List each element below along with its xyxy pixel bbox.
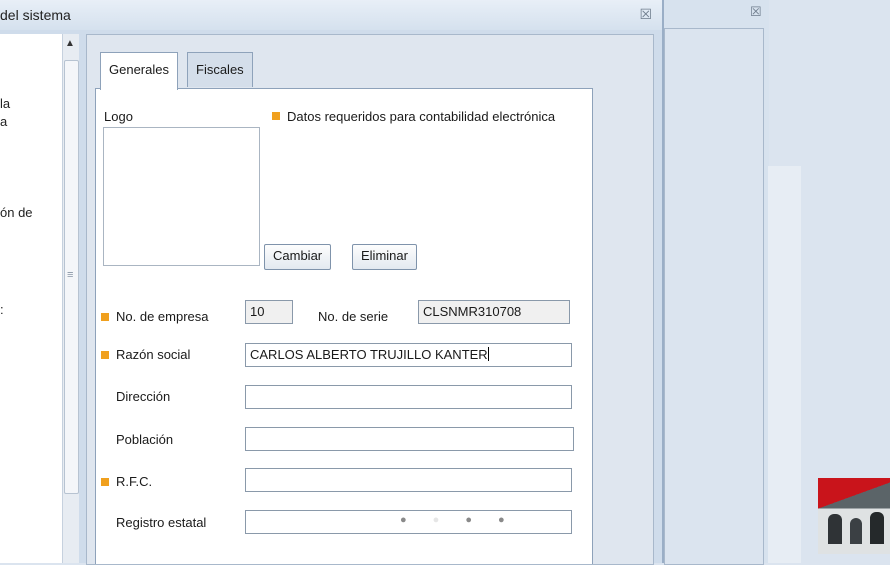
no-serie-field[interactable]: CLSNMR310708	[418, 300, 570, 324]
poblacion-field[interactable]	[245, 427, 574, 451]
vertical-scrollbar[interactable]: ▲ ≡	[62, 34, 79, 563]
logo-image-area[interactable]	[103, 127, 260, 266]
registro-estatal-label: Registro estatal	[116, 515, 207, 530]
required-indicator-icon	[101, 313, 109, 321]
no-empresa-label: No. de empresa	[116, 309, 209, 324]
left-pane: la a ón de :	[0, 34, 62, 563]
rfc-field[interactable]	[245, 468, 572, 492]
no-empresa-field[interactable]: 10	[245, 300, 293, 324]
direccion-label: Dirección	[116, 389, 171, 404]
direccion-field[interactable]	[245, 385, 572, 409]
required-indicator-icon	[101, 478, 109, 486]
background-strip	[768, 166, 801, 563]
razon-social-value: CARLOS ALBERTO TRUJILLO KANTER	[250, 347, 488, 362]
required-note: Datos requeridos para contabilidad elect…	[287, 109, 556, 124]
required-indicator-icon	[272, 112, 280, 120]
tab-generales[interactable]: Generales	[100, 52, 178, 90]
main-window: del sistema ☒ la a ón de : ▲ ≡ Generales…	[0, 0, 663, 565]
left-pane-text-3: ón de	[0, 205, 33, 220]
close-icon[interactable]: ☒	[750, 4, 762, 20]
scrollbar-thumb[interactable]: ≡	[64, 60, 79, 494]
cambiar-button[interactable]: Cambiar	[264, 244, 332, 270]
left-pane-text-1: la	[0, 96, 11, 111]
second-window: ☒	[663, 0, 769, 565]
webcam-thumbnail	[818, 478, 890, 554]
window-title: del sistema	[0, 7, 71, 23]
razon-social-field[interactable]: CARLOS ALBERTO TRUJILLO KANTER	[245, 343, 572, 367]
person-silhouette	[870, 512, 884, 544]
eliminar-button[interactable]: Eliminar	[352, 244, 417, 270]
person-silhouette	[850, 518, 862, 544]
required-indicator-icon	[101, 351, 109, 359]
logo-label: Logo	[104, 109, 133, 124]
person-silhouette	[828, 514, 842, 544]
razon-social-label: Razón social	[116, 347, 191, 362]
title-bar: del sistema ☒	[0, 0, 662, 30]
scroll-up-arrow-icon[interactable]: ▲	[65, 38, 75, 49]
tab-generales-label: Generales	[109, 62, 169, 77]
rfc-label: R.F.C.	[116, 474, 153, 489]
text-caret	[487, 347, 489, 361]
tab-fiscales[interactable]: Fiscales	[187, 52, 253, 87]
left-pane-text-4: :	[0, 302, 4, 317]
second-window-panel	[664, 28, 764, 565]
left-pane-text-2: a	[0, 114, 8, 129]
loading-dots-icon: ●●●●	[400, 514, 531, 526]
no-serie-label: No. de serie	[318, 309, 389, 324]
scroll-grip-icon: ≡	[67, 269, 74, 281]
close-icon[interactable]: ☒	[639, 6, 652, 23]
poblacion-label: Población	[116, 432, 174, 447]
tab-fiscales-label: Fiscales	[196, 62, 244, 77]
